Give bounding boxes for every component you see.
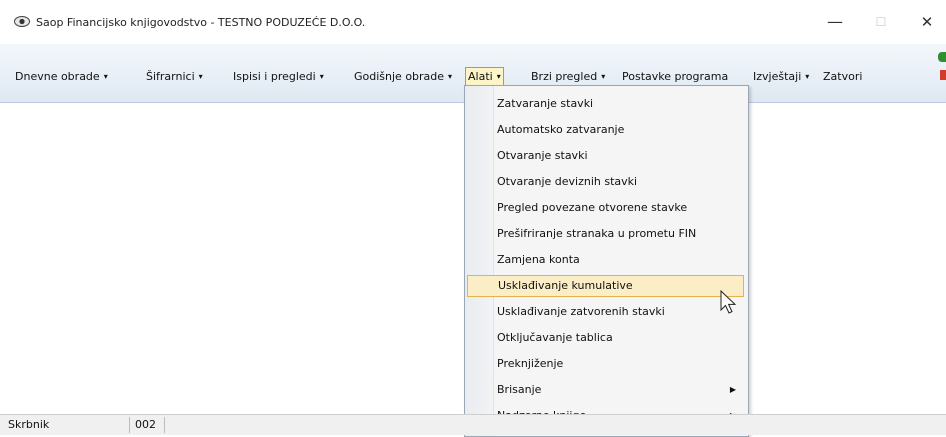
menu-alati[interactable]: Alati ▾ (465, 67, 504, 86)
menu-godisnje-obrade[interactable]: Godišnje obrade ▾ (354, 68, 452, 85)
menu-item-zatvaranje-stavki[interactable]: Zatvaranje stavki (467, 93, 744, 115)
status-red-icon[interactable] (940, 70, 946, 80)
menu-item-otkljucavanje-tablica[interactable]: Otključavanje tablica (467, 327, 744, 349)
caret-down-icon: ▾ (601, 72, 606, 81)
menu-label: Šifrarnici (146, 70, 195, 83)
caret-down-icon: ▾ (496, 72, 501, 81)
menu-item-uskladivanje-zatvorenih[interactable]: Usklađivanje zatvorenih stavki (467, 301, 744, 323)
caret-down-icon: ▾ (448, 72, 453, 81)
menu-item-otvaranje-deviznih-stavki[interactable]: Otvaranje deviznih stavki (467, 171, 744, 193)
menu-item-brisanje[interactable]: Brisanje ▶ (467, 379, 744, 401)
menu-sifrarnici[interactable]: Šifrarnici ▾ (146, 68, 203, 85)
menu-ispisi-i-pregledi[interactable]: Ispisi i pregledi ▾ (233, 68, 324, 85)
menu-item-pregled-povezane[interactable]: Pregled povezane otvorene stavke (467, 197, 744, 219)
minimize-button[interactable]: — (820, 10, 850, 34)
menu-label: Zatvori (823, 70, 863, 83)
eye-icon (14, 16, 30, 27)
menu-label: Postavke programa (622, 70, 729, 83)
caret-down-icon: ▾ (198, 72, 203, 81)
mouse-cursor-icon (720, 290, 737, 314)
close-button[interactable]: ✕ (912, 10, 942, 34)
status-bar: Skrbnik 002 (0, 414, 946, 435)
menu-item-label: Brisanje (497, 383, 542, 396)
status-code: 002 (131, 417, 165, 433)
menu-postavke-programa[interactable]: Postavke programa (622, 68, 728, 85)
menu-label: Izvještaji (753, 70, 802, 83)
caret-down-icon: ▾ (103, 72, 108, 81)
menu-item-preknjizenje[interactable]: Preknjiženje (467, 353, 744, 375)
title-bar: Saop Financijsko knjigovodstvo - TESTNO … (0, 0, 946, 45)
menu-dnevne-obrade[interactable]: Dnevne obrade ▾ (15, 68, 108, 85)
status-green-icon[interactable] (938, 52, 946, 62)
menu-label: Alati (468, 70, 493, 83)
menu-item-otvaranje-stavki[interactable]: Otvaranje stavki (467, 145, 744, 167)
menu-item-automatsko-zatvaranje[interactable]: Automatsko zatvaranje (467, 119, 744, 141)
submenu-arrow-icon: ▶ (729, 385, 736, 394)
alati-dropdown-menu: Zatvaranje stavki Automatsko zatvaranje … (464, 85, 749, 437)
status-user: Skrbnik (0, 417, 130, 433)
caret-down-icon: ▾ (805, 72, 810, 81)
menu-label: Ispisi i pregledi (233, 70, 316, 83)
menu-label: Brzi pregled (531, 70, 598, 83)
menu-item-presifriranje-stranaka[interactable]: Prešifriranje stranaka u prometu FIN (467, 223, 744, 245)
menu-label: Dnevne obrade (15, 70, 100, 83)
menu-zatvori[interactable]: Zatvori (823, 68, 862, 85)
caret-down-icon: ▾ (319, 72, 324, 81)
menu-izvjestaji[interactable]: Izvještaji ▾ (753, 68, 809, 85)
menu-label: Godišnje obrade (354, 70, 445, 83)
window-title: Saop Financijsko knjigovodstvo - TESTNO … (36, 16, 366, 29)
menu-item-uskladivanje-kumulative[interactable]: Usklađivanje kumulative (467, 275, 744, 297)
menu-item-zamjena-konta[interactable]: Zamjena konta (467, 249, 744, 271)
maximize-button[interactable]: ☐ (866, 10, 896, 34)
menu-brzi-pregled[interactable]: Brzi pregled ▾ (531, 68, 605, 85)
